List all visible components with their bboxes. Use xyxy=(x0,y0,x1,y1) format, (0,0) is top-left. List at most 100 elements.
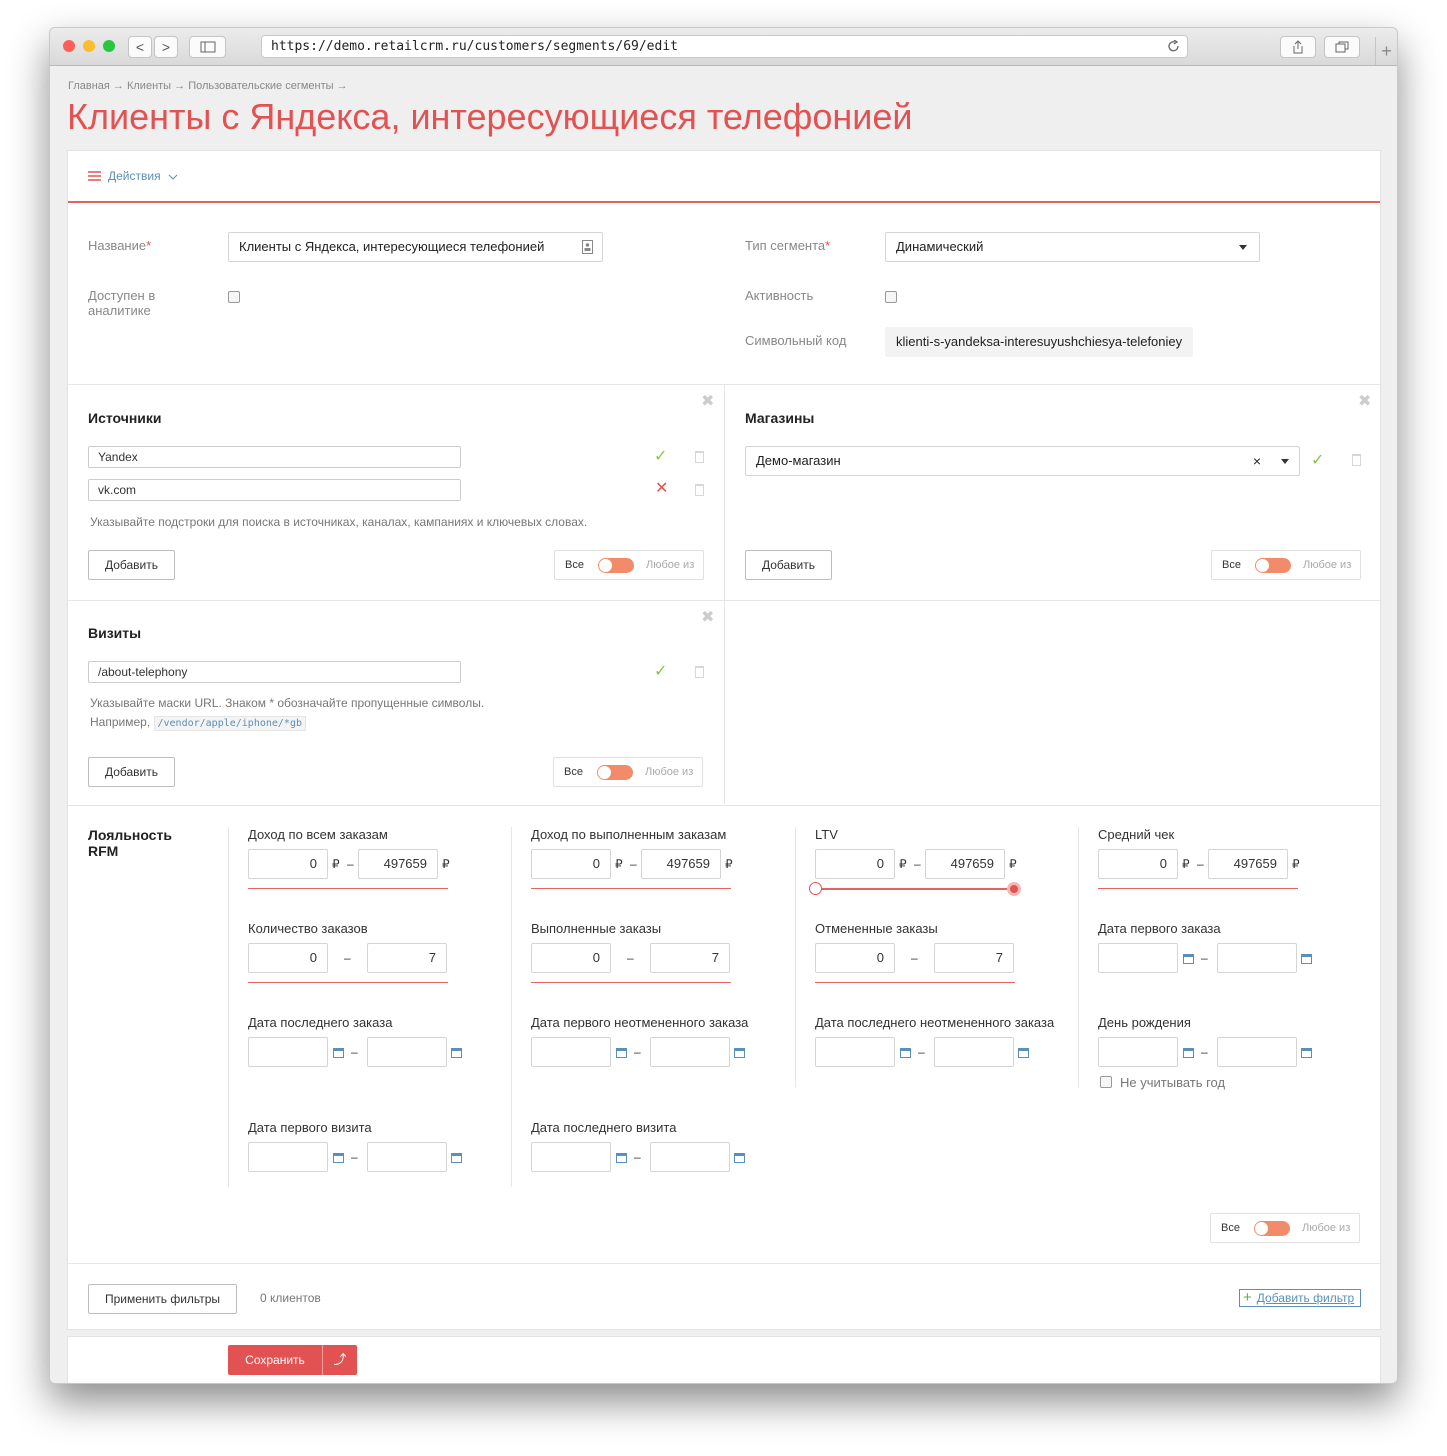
toggle-any-label: Любое из xyxy=(1302,1222,1351,1234)
toggle-switch[interactable] xyxy=(1255,558,1291,573)
orders-done-max[interactable]: 7 xyxy=(650,943,730,973)
income-done-min[interactable]: 0 xyxy=(531,849,611,879)
sidebar-toggle-icon[interactable] xyxy=(189,36,226,58)
sources-match-toggle[interactable]: Все Любое из xyxy=(554,550,704,580)
trash-icon[interactable] xyxy=(695,666,704,678)
first-ok-order-to[interactable] xyxy=(650,1037,730,1067)
stores-match-toggle[interactable]: Все Любое из xyxy=(1211,550,1361,580)
add-filter-button[interactable]: + Добавить фильтр xyxy=(1239,1289,1361,1307)
first-ok-order-from[interactable] xyxy=(531,1037,611,1067)
loyalty-match-toggle[interactable]: Все Любое из xyxy=(1210,1213,1360,1243)
ltv-slider-min-handle[interactable] xyxy=(809,882,822,895)
calendar-icon[interactable] xyxy=(1183,954,1194,964)
ltv-min[interactable]: 0 xyxy=(815,849,895,879)
name-input[interactable]: Клиенты с Яндекса, интересующиеся телефо… xyxy=(228,232,603,262)
new-tab-icon[interactable]: + xyxy=(1375,37,1397,65)
minimize-window-icon[interactable] xyxy=(83,40,95,52)
stores-select[interactable]: Демо-магазин × xyxy=(745,446,1300,476)
calendar-icon[interactable] xyxy=(616,1153,627,1163)
calendar-icon[interactable] xyxy=(734,1048,745,1058)
last-order-from[interactable] xyxy=(248,1037,328,1067)
close-window-icon[interactable] xyxy=(63,40,75,52)
visits-match-toggle[interactable]: Все Любое из xyxy=(553,757,703,787)
calendar-icon[interactable] xyxy=(734,1153,745,1163)
save-button[interactable]: Сохранить xyxy=(228,1345,322,1375)
share-icon[interactable] xyxy=(1280,36,1316,58)
first-visit-to[interactable] xyxy=(367,1142,447,1172)
calendar-icon[interactable] xyxy=(1301,954,1312,964)
add-store-button[interactable]: Добавить xyxy=(745,550,832,580)
maximize-window-icon[interactable] xyxy=(103,40,115,52)
address-bar[interactable]: https://demo.retailcrm.ru/customers/segm… xyxy=(261,35,1188,58)
first-visit-from[interactable] xyxy=(248,1142,328,1172)
calendar-icon[interactable] xyxy=(1301,1048,1312,1058)
last-ok-order-from[interactable] xyxy=(815,1037,895,1067)
orders-cancel-min[interactable]: 0 xyxy=(815,943,895,973)
clear-icon[interactable]: × xyxy=(1253,447,1261,475)
first-order-to[interactable] xyxy=(1217,943,1297,973)
currency: ₽ xyxy=(725,857,733,871)
avg-check-min[interactable]: 0 xyxy=(1098,849,1178,879)
add-source-button[interactable]: Добавить xyxy=(88,550,175,580)
visit-url-input[interactable]: /about-telephony xyxy=(88,661,461,683)
dash: – xyxy=(918,1045,925,1059)
forward-button[interactable]: > xyxy=(154,36,178,58)
actions-menu[interactable]: Действия xyxy=(88,169,178,183)
birthday-to[interactable] xyxy=(1217,1037,1297,1067)
trash-icon[interactable] xyxy=(695,484,704,496)
avg-check-max[interactable]: 497659 xyxy=(1208,849,1288,879)
income-all-min[interactable]: 0 xyxy=(248,849,328,879)
toggle-switch[interactable] xyxy=(598,558,634,573)
analytics-checkbox[interactable] xyxy=(228,291,240,303)
income-all-max[interactable]: 497659 xyxy=(358,849,438,879)
segment-type-select[interactable]: Динамический xyxy=(885,232,1260,262)
calendar-icon[interactable] xyxy=(616,1048,627,1058)
remove-visits-icon[interactable]: ✖ xyxy=(701,607,714,627)
customers-count: 0 клиентов xyxy=(260,1291,321,1305)
source-input-1[interactable]: Yandex xyxy=(88,446,461,468)
orders-count-min[interactable]: 0 xyxy=(248,943,328,973)
calendar-icon[interactable] xyxy=(451,1153,462,1163)
last-ok-order-to[interactable] xyxy=(934,1037,1014,1067)
save-and-exit-icon[interactable]: ⤴ xyxy=(322,1345,357,1375)
orders-done-min[interactable]: 0 xyxy=(531,943,611,973)
source-input-2[interactable]: vk.com xyxy=(88,479,461,501)
ltv-slider-max-handle[interactable] xyxy=(1007,882,1021,896)
toggle-switch[interactable] xyxy=(1254,1221,1290,1236)
orders-cancel-max[interactable]: 7 xyxy=(934,943,1014,973)
last-order-to[interactable] xyxy=(367,1037,447,1067)
apply-filters-button[interactable]: Применить фильтры xyxy=(88,1284,237,1314)
remove-stores-icon[interactable]: ✖ xyxy=(1358,391,1371,411)
first-order-from[interactable] xyxy=(1098,943,1178,973)
ltv-slider-track[interactable] xyxy=(815,888,1015,890)
tabs-overview-icon[interactable] xyxy=(1324,36,1360,58)
trash-icon[interactable] xyxy=(1352,454,1361,466)
reload-icon[interactable] xyxy=(1168,40,1180,53)
ignore-year-checkbox[interactable] xyxy=(1100,1076,1112,1088)
back-button[interactable]: < xyxy=(128,36,152,58)
orders-count-max[interactable]: 7 xyxy=(367,943,447,973)
actions-label: Действия xyxy=(108,169,161,183)
active-checkbox[interactable] xyxy=(885,291,897,303)
range-underline xyxy=(815,982,1015,983)
income-done-max[interactable]: 497659 xyxy=(641,849,721,879)
calendar-icon[interactable] xyxy=(1183,1048,1194,1058)
toggle-switch[interactable] xyxy=(597,765,633,780)
add-visit-button[interactable]: Добавить xyxy=(88,757,175,787)
dash: – xyxy=(351,1150,358,1164)
calendar-icon[interactable] xyxy=(451,1048,462,1058)
last-visit-label: Дата последнего визита xyxy=(531,1120,677,1135)
last-visit-to[interactable] xyxy=(650,1142,730,1172)
calendar-icon[interactable] xyxy=(1018,1048,1029,1058)
breadcrumb[interactable]: Главная → Клиенты → Пользовательские сег… xyxy=(68,80,348,92)
calendar-icon[interactable] xyxy=(900,1048,911,1058)
remove-sources-icon[interactable]: ✖ xyxy=(701,391,714,411)
last-visit-from[interactable] xyxy=(531,1142,611,1172)
trash-icon[interactable] xyxy=(695,451,704,463)
calendar-icon[interactable] xyxy=(333,1153,344,1163)
ltv-max[interactable]: 497659 xyxy=(925,849,1005,879)
code-input[interactable]: klienti-s-yandeksa-interesuyushchiesya-t… xyxy=(885,327,1193,357)
range-underline xyxy=(248,888,448,889)
birthday-from[interactable] xyxy=(1098,1037,1178,1067)
calendar-icon[interactable] xyxy=(333,1048,344,1058)
